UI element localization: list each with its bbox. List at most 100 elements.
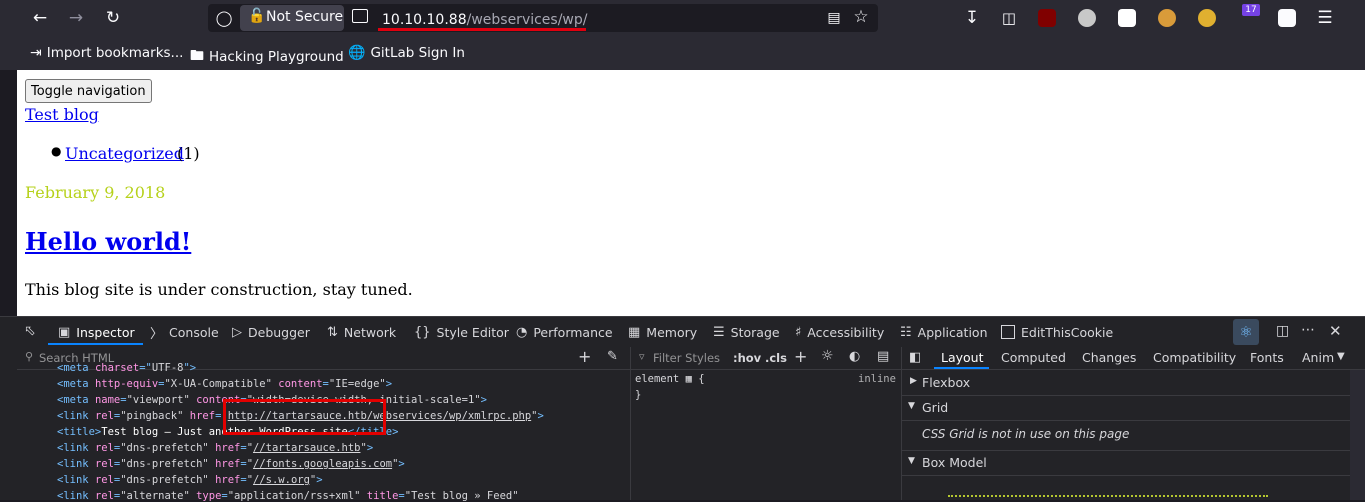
tab-animations[interactable]: Anim <box>1302 350 1334 365</box>
react-devtools-icon[interactable]: ⚛ <box>1233 319 1259 345</box>
tab-console[interactable]: 〉 Console <box>150 317 219 347</box>
category-link[interactable]: Uncategorized <box>65 144 184 163</box>
classes-toggle[interactable]: .cls <box>765 351 787 365</box>
tab-accessibility[interactable]: ♯ Accessibility <box>795 317 884 347</box>
insecure-lock-icon: 🔓 <box>248 8 266 24</box>
tabs-overflow-icon[interactable]: ▼ <box>1337 351 1345 362</box>
extensions-icon[interactable]: ◫ <box>997 8 1021 28</box>
performance-icon: ◔ <box>516 324 528 340</box>
tab-changes[interactable]: Changes <box>1082 350 1136 365</box>
site-title-link[interactable]: Test blog <box>25 105 99 124</box>
post-date: February 9, 2018 <box>25 183 166 202</box>
bookmark-star-icon[interactable]: ☆ <box>849 7 873 27</box>
element-rule[interactable]: element ▦ { <box>635 373 705 385</box>
tab-label: Application <box>917 324 988 340</box>
bookmark-label: Import bookmarks... <box>46 45 184 61</box>
pick-element-icon[interactable]: ⬁ <box>24 323 36 339</box>
grid-heading: Grid <box>922 400 949 415</box>
browser-toolbar: ← → ↻ ◯ 🔓 Not Secure 10.10.10.88/webserv… <box>0 0 1365 36</box>
tab-network[interactable]: ⇅ Network <box>327 317 396 347</box>
security-indicator[interactable]: 🔓 Not Secure <box>240 5 344 31</box>
tab-style-editor[interactable]: {} Style Editor <box>414 317 509 347</box>
rule-source[interactable]: inline <box>858 373 896 385</box>
cookie-editor-icon[interactable] <box>1198 9 1216 27</box>
tab-storage[interactable]: ☰ Storage <box>713 317 780 347</box>
cookie-icon[interactable] <box>1158 9 1176 27</box>
security-label: Not Secure <box>266 9 344 25</box>
filter-icon: ▿ <box>639 350 645 363</box>
markup-line[interactable]: <link rel="alternate" type="application/… <box>57 490 519 502</box>
box-model-margin-outline <box>948 495 1268 497</box>
console-icon: 〉 <box>150 326 164 342</box>
dock-layout-icon[interactable]: ◫ <box>1276 323 1289 339</box>
expand-icon: ▶ <box>910 376 917 386</box>
eyedropper-icon[interactable]: ✎ <box>607 349 618 364</box>
reader-view-icon[interactable]: ▤ <box>822 8 846 28</box>
back-icon[interactable]: ← <box>28 8 52 28</box>
box-model-section[interactable]: ▼ Box Model <box>902 450 1350 476</box>
markup-line[interactable]: <link rel="dns-prefetch" href="//s.w.org… <box>57 474 323 486</box>
sidebar-scrollbar[interactable] <box>1350 370 1365 500</box>
filter-styles-input[interactable]: Filter Styles <box>653 351 720 365</box>
print-media-icon[interactable]: ▤ <box>877 349 889 364</box>
memory-icon: ▦ <box>628 324 641 340</box>
tracking-shield-icon[interactable]: ◯ <box>212 8 236 28</box>
storage-icon: ☰ <box>713 324 725 340</box>
bookmark-gitlab[interactable]: 🌐 GitLab Sign In <box>348 45 465 61</box>
dark-mode-icon[interactable]: ◐ <box>849 349 860 364</box>
tab-debugger[interactable]: ▷ Debugger <box>232 317 310 347</box>
tab-compatibility[interactable]: Compatibility <box>1153 350 1236 365</box>
qr-code-icon[interactable] <box>1118 9 1136 27</box>
layout-grid-icon: ▦ <box>685 373 692 385</box>
style-editor-icon: {} <box>414 324 431 340</box>
tab-application[interactable]: ☷ Application <box>900 317 988 347</box>
bookmark-label: Hacking Playground <box>209 49 344 65</box>
flexbox-heading: Flexbox <box>922 375 971 390</box>
box-model-heading: Box Model <box>922 455 987 470</box>
container-extension-icon[interactable] <box>1278 9 1296 27</box>
hover-states-toggle[interactable]: :hov <box>733 351 761 365</box>
more-options-icon[interactable]: ⋯ <box>1301 322 1315 338</box>
url-path: /webservices/wp/ <box>466 12 588 28</box>
url-text[interactable]: 10.10.10.88/webservices/wp/ <box>382 9 588 28</box>
editthiscookie-icon <box>1001 325 1015 339</box>
devtools-tabbar: ⬁ ▣ Inspector 〉 Console ▷ Debugger ⇅ Network… <box>0 316 1365 348</box>
add-rule-icon[interactable]: + <box>794 347 807 366</box>
tab-label: Inspector <box>76 324 135 340</box>
owl-extension-icon[interactable] <box>1078 9 1096 27</box>
tab-editthiscookie[interactable]: EditThisCookie <box>1001 317 1113 347</box>
close-devtools-icon[interactable]: ✕ <box>1329 322 1342 340</box>
forward-icon[interactable]: → <box>64 8 88 28</box>
page-gutter <box>0 70 17 316</box>
tab-performance[interactable]: ◔ Performance <box>516 317 613 347</box>
toggle-navigation-button[interactable]: Toggle navigation <box>25 79 152 103</box>
post-title-link[interactable]: Hello world! <box>25 227 191 256</box>
tab-label: Debugger <box>248 324 310 340</box>
bookmark-hacking-playground[interactable]: 🖿 Hacking Playground <box>190 45 344 69</box>
tab-fonts[interactable]: Fonts <box>1250 350 1284 365</box>
page-scrollbar[interactable] <box>1349 70 1365 316</box>
markup-line[interactable]: <link rel="dns-prefetch" href="//tartars… <box>57 442 373 454</box>
light-mode-icon[interactable]: ☼ <box>821 348 834 364</box>
toggle-sidebar-icon[interactable]: ◧ <box>909 350 921 365</box>
tab-layout[interactable]: Layout <box>941 350 984 365</box>
tab-memory[interactable]: ▦ Memory <box>628 317 697 347</box>
bookmark-label: GitLab Sign In <box>370 45 465 61</box>
reload-icon[interactable]: ↻ <box>101 8 125 28</box>
grid-section[interactable]: ▼ Grid <box>902 396 1350 421</box>
ublock-icon[interactable] <box>1038 9 1056 27</box>
globe-icon: 🌐 <box>348 45 366 61</box>
post-body: This blog site is under construction, st… <box>25 280 413 299</box>
flexbox-section[interactable]: ▶ Flexbox <box>902 371 1350 396</box>
markup-line[interactable]: <link rel="dns-prefetch" href="//fonts.g… <box>57 458 405 470</box>
markup-line[interactable]: <meta charset="UTF-8"> <box>57 362 196 374</box>
add-node-icon[interactable]: + <box>578 347 591 366</box>
markup-line[interactable]: <meta http-equiv="X-UA-Compatible" conte… <box>57 378 392 390</box>
tab-computed[interactable]: Computed <box>1001 350 1066 365</box>
search-icon: ⚲ <box>25 350 34 363</box>
downloads-icon[interactable]: ↧ <box>960 8 984 28</box>
category-count: (1) <box>177 144 200 163</box>
menu-icon[interactable]: ☰ <box>1313 8 1337 28</box>
bookmark-import[interactable]: ⇥ Import bookmarks... <box>30 45 183 61</box>
tab-label: Style Editor <box>436 324 509 340</box>
